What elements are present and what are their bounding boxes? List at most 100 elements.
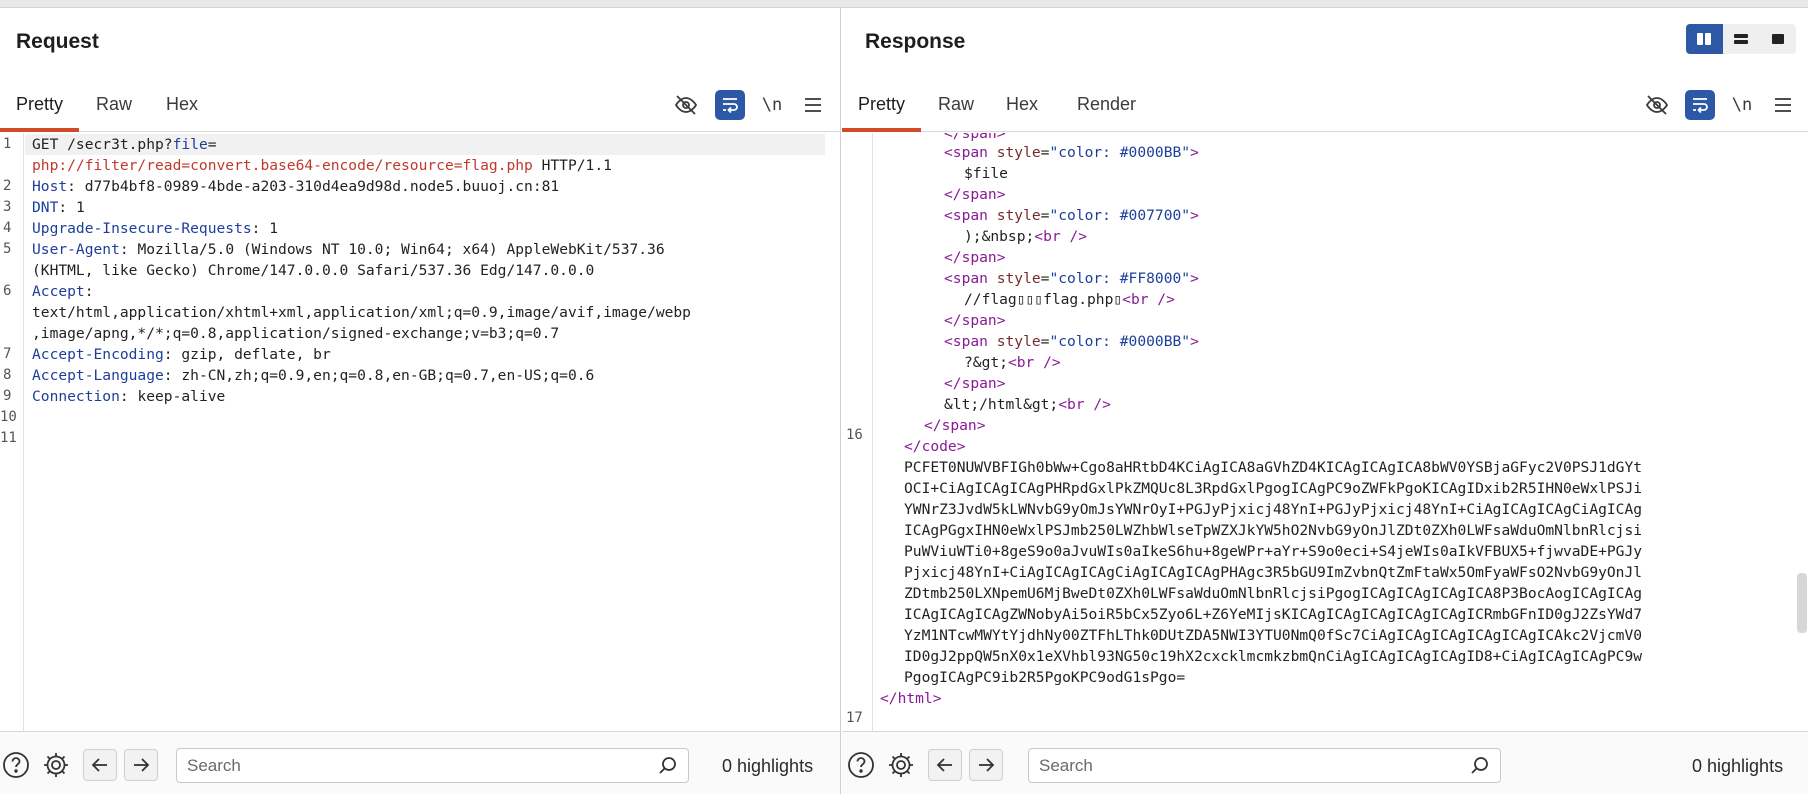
tab-raw[interactable]: Raw	[80, 74, 148, 132]
response-tabs: Pretty Raw Hex Render \n	[842, 74, 1808, 132]
request-search-bar: 0 highlights	[0, 731, 840, 794]
header-accept-cont: ,image/apng,*/*;q=0.8,application/signed…	[32, 325, 560, 342]
header-host: Host: d77b4bf8-0989-4bde-a203-310d4ea9d9…	[32, 178, 560, 195]
header-upgrade-insecure-requests: Upgrade-Insecure-Requests: 1	[32, 220, 279, 237]
hide-nonprintable-icon[interactable]	[671, 90, 701, 120]
base64-line: ZDtmb250LXNpemU6MjBweDt0ZXh0LWFsaWduOmNl…	[904, 585, 1643, 602]
header-accept-cont: text/html,application/xhtml+xml,applicat…	[32, 304, 691, 321]
html-span-tag: <span style="color: #0000BB">	[944, 333, 1199, 350]
html-span-tag: <span style="color: #0000BB">	[944, 144, 1199, 161]
header-accept: Accept:	[32, 283, 94, 300]
html-closing-tag: </span>	[944, 249, 1006, 266]
request-search-input[interactable]	[187, 749, 648, 782]
split-rows-icon[interactable]	[1722, 24, 1760, 54]
next-arrow-icon[interactable]	[124, 749, 158, 781]
line-number: 11	[0, 430, 17, 446]
base64-line: YWNrZ3JvdW5kLWNvbG9yOmJsYWNrOyI+PGJyPjxi…	[904, 501, 1643, 518]
hide-nonprintable-icon[interactable]	[1642, 90, 1672, 120]
line-number: 1	[3, 136, 12, 152]
line-number: 4	[3, 220, 12, 236]
base64-line: PgogICAgPC9ib2R5PgoKPC9odG1sPgo=	[904, 669, 1186, 686]
split-columns-icon[interactable]	[1686, 24, 1723, 54]
base64-line: YzM1NTcwMWYtYjdhNy00ZTFhLThk0DUtZDA5NWI3…	[904, 627, 1643, 644]
response-search-bar: 0 highlights	[842, 731, 1808, 794]
base64-line: ID0gJ2ppQW5nX0x1eXVhbl93NG50c19hX2cxcklm…	[904, 648, 1643, 665]
previous-arrow-icon[interactable]	[83, 749, 117, 781]
line-number: 3	[3, 199, 12, 215]
search-icon[interactable]	[1470, 756, 1490, 776]
base64-line: PCFET0NUWVBFIGh0bWw+Cgo8aHRtbD4KCiAgICA8…	[904, 459, 1643, 476]
line-number: 9	[3, 388, 12, 404]
next-arrow-icon[interactable]	[969, 749, 1003, 781]
html-closing-tag: </span>	[944, 375, 1006, 392]
html-closing-tag: </html>	[880, 690, 942, 707]
request-line-cont: php://filter/read=convert.base64-encode/…	[32, 157, 612, 174]
html-text: &lt;/html&gt;<br />	[944, 396, 1111, 413]
base64-line: ICAgPGgxIHN0eWxlPSJmb250LWZhbWlseTpWZXJk…	[904, 522, 1643, 539]
header-accept-language: Accept-Language: zh-CN,zh;q=0.9,en;q=0.8…	[32, 367, 595, 384]
single-view-icon[interactable]	[1759, 24, 1796, 54]
header-user-agent-cont: (KHTML, like Gecko) Chrome/147.0.0.0 Saf…	[32, 262, 595, 279]
tab-hex[interactable]: Hex	[150, 74, 214, 132]
previous-arrow-icon[interactable]	[928, 749, 962, 781]
request-line: GET /secr3t.php?file=	[32, 136, 217, 153]
line-number: 2	[3, 178, 12, 194]
show-newlines-button[interactable]: \n	[1727, 90, 1757, 120]
layout-toggle-group	[1686, 24, 1796, 54]
tab-render[interactable]: Render	[1061, 74, 1152, 132]
html-text: $file	[964, 165, 1008, 182]
line-number: 7	[3, 346, 12, 362]
request-search-box	[176, 748, 689, 783]
request-highlights-count: 0 highlights	[722, 756, 814, 776]
html-closing-tag: </span>	[944, 312, 1006, 329]
response-highlights-count: 0 highlights	[1692, 756, 1784, 776]
line-number: 8	[3, 367, 12, 383]
html-closing-tag: </span>	[944, 186, 1006, 203]
html-span-tag: <span style="color: #007700">	[944, 207, 1199, 224]
line-number: 10	[0, 409, 17, 425]
wrap-lines-icon[interactable]	[1685, 90, 1715, 120]
html-span-tag: <span style="color: #FF8000">	[944, 270, 1199, 287]
request-editor[interactable]: 1 2 3 4 5 6 7 8 9 10 11 GET /secr3t.php?…	[0, 133, 840, 731]
response-search-box	[1028, 748, 1501, 783]
line-number: 5	[3, 241, 12, 257]
html-code-closing-tag: </code>	[904, 438, 966, 455]
help-icon[interactable]	[845, 749, 877, 781]
settings-gear-icon[interactable]	[885, 749, 917, 781]
header-connection: Connection: keep-alive	[32, 388, 226, 405]
tab-raw[interactable]: Raw	[922, 74, 990, 132]
response-title: Response	[865, 30, 966, 53]
base64-line: OCI+CiAgICAgICAgPHRpdGxlPkZMQUc8L3RpdGxl…	[904, 480, 1643, 497]
menu-icon[interactable]	[798, 90, 828, 120]
help-icon[interactable]	[0, 749, 32, 781]
response-pane: Response Pretty Raw Hex Render \n 16 17	[842, 8, 1808, 794]
request-pane: Request Pretty Raw Hex \n 1 2 3 4 5 6 7 …	[0, 8, 841, 794]
base64-line: ICAgICAgICAgZWNobyAi5oiR5bCx5Zyo6L+Z6YeM…	[904, 606, 1643, 623]
html-text: ?&gt;<br />	[964, 354, 1061, 371]
line-gutter: 16 17	[842, 133, 873, 731]
tab-hex[interactable]: Hex	[990, 74, 1054, 132]
html-closing-tag: </span>	[924, 417, 986, 434]
request-tabs: Pretty Raw Hex \n	[0, 74, 840, 132]
vertical-scrollbar[interactable]	[1797, 573, 1807, 633]
line-number: 17	[846, 710, 863, 726]
response-editor[interactable]: 16 17 </span> <span style="color: #0000B…	[842, 133, 1808, 731]
base64-line: Pjxicj48YnI+CiAgICAgICAgCiAgICAgICAgPHAg…	[904, 564, 1643, 581]
base64-line: PuWViuWTi0+8geS9o0aJvuWIs0aIkeS6hu+8geWP…	[904, 543, 1643, 560]
menu-icon[interactable]	[1768, 90, 1798, 120]
window-top-strip	[0, 0, 1808, 8]
tab-pretty[interactable]: Pretty	[842, 74, 922, 132]
search-icon[interactable]	[658, 756, 678, 776]
line-gutter: 1 2 3 4 5 6 7 8 9 10 11	[0, 133, 24, 731]
line-number: 16	[846, 427, 863, 443]
tab-pretty[interactable]: Pretty	[0, 74, 80, 132]
header-dnt: DNT: 1	[32, 199, 85, 216]
header-accept-encoding: Accept-Encoding: gzip, deflate, br	[32, 346, 331, 363]
wrap-lines-icon[interactable]	[715, 90, 745, 120]
response-search-input[interactable]	[1039, 749, 1460, 782]
show-newlines-button[interactable]: \n	[757, 90, 787, 120]
request-title: Request	[16, 30, 99, 53]
settings-gear-icon[interactable]	[40, 749, 72, 781]
header-user-agent: User-Agent: Mozilla/5.0 (Windows NT 10.0…	[32, 241, 665, 258]
line-number: 6	[3, 283, 12, 299]
